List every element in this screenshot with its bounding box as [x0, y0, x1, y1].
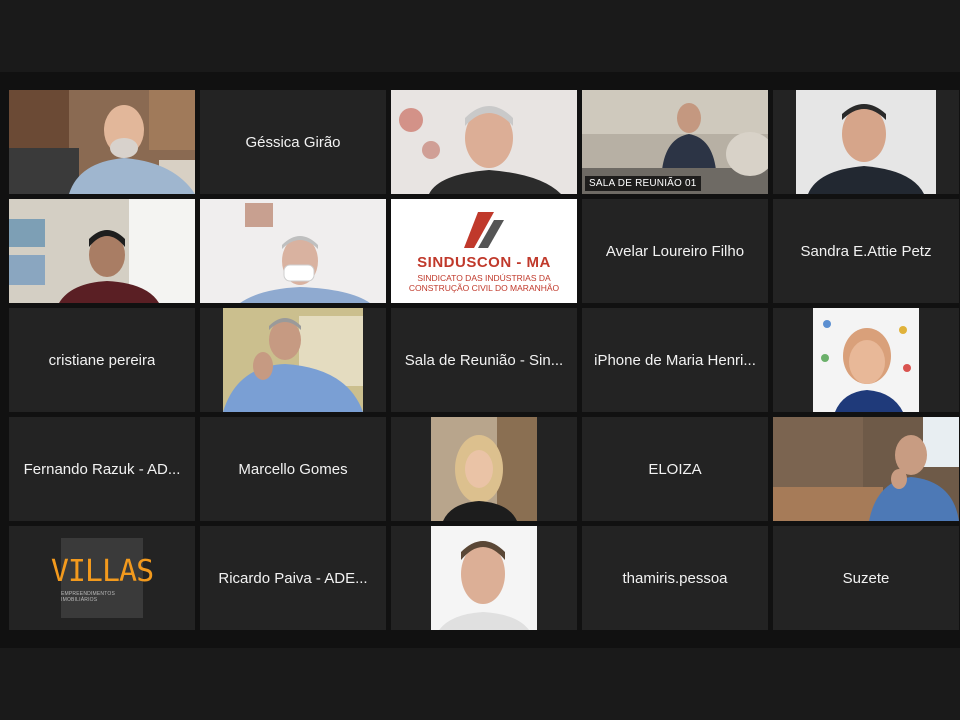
sinduscon-title: SINDUSCON - MA [417, 253, 551, 271]
participant-name: Marcello Gomes [238, 460, 348, 478]
participant-tile-7[interactable] [200, 199, 386, 303]
participant-tile-22[interactable]: Ricardo Paiva - ADE... [200, 526, 386, 630]
sinduscon-subtitle: SINDICATO DAS INDÚSTRIAS DA CONSTRUÇÃO C… [409, 273, 559, 293]
participant-tile-8[interactable]: SINDUSCON - MA SINDICATO DAS INDÚSTRIAS … [391, 199, 577, 303]
participant-tile-10[interactable]: Sandra E.Attie Petz [773, 199, 959, 303]
participant-name: Ricardo Paiva - ADE... [218, 569, 368, 587]
participant-name: ELOIZA [648, 460, 702, 478]
participant-name: Suzete [842, 569, 890, 587]
villas-logo-subtitle: EMPREENDIMENTOS IMOBILIÁRIOS [61, 590, 116, 603]
participant-tile-23[interactable] [391, 526, 577, 630]
participant-tile-13[interactable]: Sala de Reunião - Sin... [391, 308, 577, 412]
participant-tile-9[interactable]: Avelar Loureiro Filho [582, 199, 768, 303]
villas-logo-word: VILLAS [50, 553, 154, 589]
participant-name: thamiris.pessoa [622, 569, 728, 587]
participant-tile-18[interactable] [391, 417, 577, 521]
man-portrait-icon [431, 526, 537, 630]
sinduscon-mark-icon [464, 211, 504, 248]
man-bearded-glasses-icon [9, 90, 195, 194]
participant-name: Fernando Razuk - AD... [23, 460, 181, 478]
participant-tile-11[interactable]: cristiane pereira [9, 308, 195, 412]
participant-tile-17[interactable]: Marcello Gomes [200, 417, 386, 521]
sinduscon-logo-icon: SINDUSCON - MA SINDICATO DAS INDÚSTRIAS … [391, 199, 577, 303]
participant-tile-25[interactable]: Suzete [773, 526, 959, 630]
participant-tile-15[interactable] [773, 308, 959, 412]
participant-tile-14[interactable]: iPhone de Maria Henri... [582, 308, 768, 412]
participant-tile-5[interactable] [773, 90, 959, 194]
participant-name: Sandra E.Attie Petz [800, 242, 932, 260]
participant-name: iPhone de Maria Henri... [594, 351, 756, 369]
man-dark-hair-icon [796, 90, 936, 194]
woman-blonde-icon [431, 417, 537, 521]
man-thinking-icon [223, 308, 363, 412]
participant-tile-12[interactable] [200, 308, 386, 412]
sinduscon-subtitle-line1: SINDICATO DAS INDÚSTRIAS DA [417, 272, 551, 283]
participant-tile-1[interactable] [9, 90, 195, 194]
bottom-bar [0, 648, 960, 720]
man-headset-icon [9, 199, 195, 303]
participant-name: Sala de Reunião - Sin... [404, 351, 564, 369]
sinduscon-subtitle-line2: CONSTRUÇÃO CIVIL DO MARANHÃO [408, 282, 560, 293]
man-on-phone-icon [773, 417, 959, 521]
participant-tile-4[interactable]: SALA DE REUNIÃO 01 [582, 90, 768, 194]
participant-tile-24[interactable]: thamiris.pessoa [582, 526, 768, 630]
man-mask-icon [200, 199, 386, 303]
participant-tile-16[interactable]: Fernando Razuk - AD... [9, 417, 195, 521]
villas-logo-icon: VILLAS EMPREENDIMENTOS IMOBILIÁRIOS [51, 538, 154, 618]
participant-name: Géssica Girão [245, 133, 341, 151]
participant-tile-3[interactable] [391, 90, 577, 194]
participant-name: Avelar Loureiro Filho [605, 242, 745, 260]
woman-smiling-icon [813, 308, 919, 412]
participant-tile-2[interactable]: Géssica Girão [200, 90, 386, 194]
participant-name: cristiane pereira [48, 351, 156, 369]
participant-tile-21[interactable]: VILLAS EMPREENDIMENTOS IMOBILIÁRIOS [9, 526, 195, 630]
man-grey-hair-icon [391, 90, 577, 194]
participant-name: SALA DE REUNIÃO 01 [585, 176, 701, 191]
participant-tile-19[interactable]: ELOIZA [582, 417, 768, 521]
participant-tile-20[interactable] [773, 417, 959, 521]
participant-grid: Géssica Girão SALA DE REUNIÃO 01 SINDUSC… [9, 90, 959, 630]
top-bar [0, 0, 960, 72]
participant-tile-6[interactable] [9, 199, 195, 303]
